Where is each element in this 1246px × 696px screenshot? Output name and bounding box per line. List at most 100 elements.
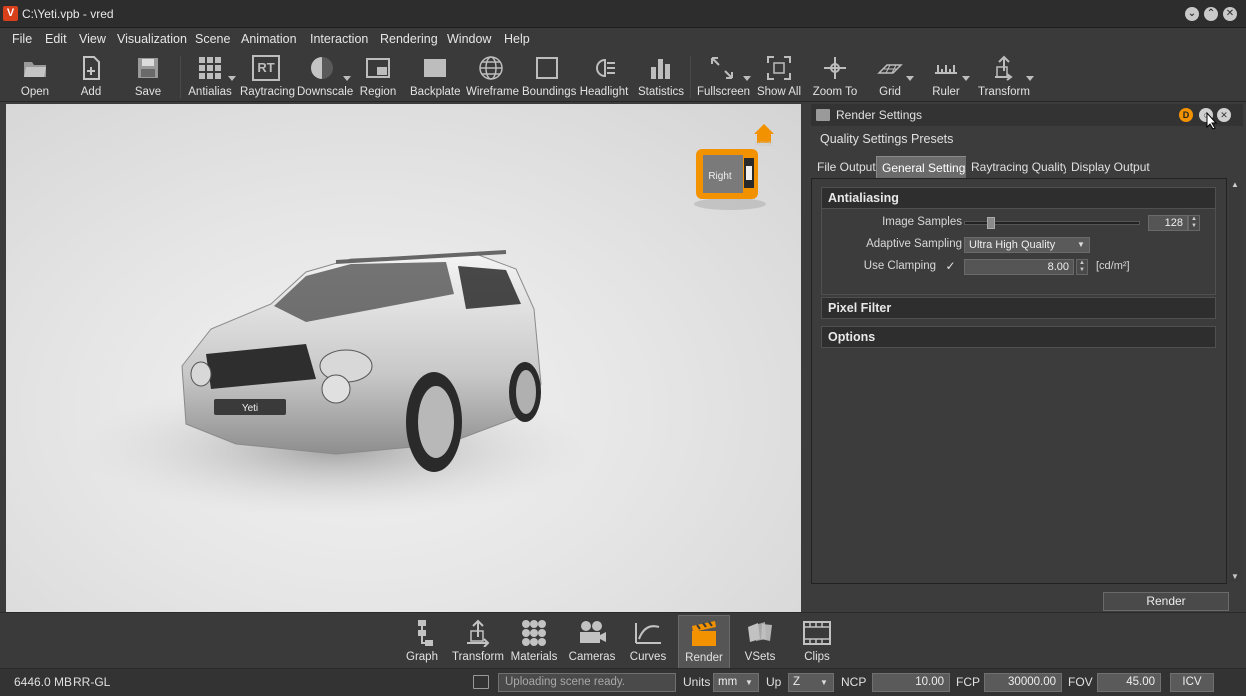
dock-render-button[interactable]: Render	[678, 615, 730, 669]
dock-vsets-button[interactable]: VSets	[734, 615, 786, 669]
save-button[interactable]: Save	[128, 52, 168, 102]
render-viewport[interactable]: Yeti HOME Right	[6, 104, 801, 612]
chevron-down-icon[interactable]	[906, 76, 914, 81]
grid-button[interactable]: Grid	[870, 52, 914, 102]
antialiasing-section-header[interactable]: Antialiasing	[821, 187, 1216, 209]
transform-button[interactable]: Transform	[978, 52, 1034, 102]
tab-display-output[interactable]: Display Output	[1066, 156, 1155, 178]
render-button[interactable]: Render	[1103, 592, 1229, 611]
downscale-icon	[309, 55, 335, 81]
minimize-button[interactable]: ⌄	[1185, 7, 1199, 21]
panel-scrollbar[interactable]: ▲ ▼	[1229, 180, 1241, 582]
clamping-value-input[interactable]: 8.00	[964, 259, 1074, 275]
raytracing-button[interactable]: RT Raytracing	[240, 52, 295, 102]
license-plate-text: Yeti	[242, 403, 258, 414]
statistics-button[interactable]: Statistics	[636, 52, 686, 102]
dock-clips-button[interactable]: Clips	[791, 615, 843, 669]
menu-scene[interactable]: Scene	[195, 32, 230, 46]
image-samples-input[interactable]: 128	[1148, 215, 1188, 231]
dock-graph-button[interactable]: Graph	[396, 615, 448, 669]
statistics-icon	[648, 55, 674, 81]
image-samples-spinner[interactable]: ▲ ▼	[1188, 215, 1200, 231]
transform-icon	[463, 619, 493, 648]
pixel-filter-section-header[interactable]: Pixel Filter	[821, 297, 1216, 319]
open-button[interactable]: Open	[15, 52, 55, 102]
scroll-up-icon[interactable]: ▲	[1231, 180, 1239, 189]
use-clamping-checkbox[interactable]: ✓	[943, 259, 958, 274]
options-section-header[interactable]: Options	[821, 326, 1216, 348]
maximize-button[interactable]: ⌃	[1204, 7, 1218, 21]
menu-view[interactable]: View	[79, 32, 106, 46]
navigation-cube[interactable]: Right	[694, 149, 766, 210]
menu-file[interactable]: File	[12, 32, 32, 46]
splitter-handle[interactable]	[801, 104, 811, 612]
close-icon[interactable]: ✕	[1217, 108, 1231, 122]
scroll-down-icon[interactable]: ▼	[1231, 572, 1239, 581]
menu-interaction[interactable]: Interaction	[310, 32, 368, 46]
tab-file-output[interactable]: File Output	[812, 156, 881, 178]
dock-cameras-button[interactable]: Cameras	[566, 615, 618, 669]
chevron-down-icon[interactable]	[1026, 76, 1034, 81]
fov-input[interactable]: 45.00	[1097, 673, 1161, 692]
quality-presets-label[interactable]: Quality Settings Presets	[820, 132, 953, 146]
ncp-input[interactable]: 10.00	[872, 673, 950, 692]
memory-usage: 6446.0 MB	[14, 675, 73, 689]
tab-general-settings[interactable]: General Settings	[876, 156, 978, 178]
menu-edit[interactable]: Edit	[45, 32, 67, 46]
close-button[interactable]: ✕	[1223, 7, 1237, 21]
clamping-spinner[interactable]: ▲ ▼	[1076, 259, 1088, 275]
fcp-label: FCP	[956, 675, 980, 689]
headlight-button[interactable]: Headlight	[579, 52, 629, 102]
panel-header: Render Settings D ○ ✕	[811, 104, 1243, 130]
terminal-icon[interactable]	[473, 675, 489, 689]
vred-logo-icon: V	[3, 6, 18, 21]
slider-handle[interactable]	[987, 217, 995, 229]
render-settings-panel: Render Settings D ○ ✕ Quality Settings P…	[811, 104, 1243, 612]
fullscreen-icon	[709, 55, 735, 81]
dock-curves-button[interactable]: Curves	[622, 615, 674, 669]
downscale-button[interactable]: Downscale	[297, 52, 353, 102]
mouse-cursor-icon	[1206, 112, 1218, 130]
adaptive-sampling-select[interactable]: Ultra High Quality	[964, 237, 1090, 253]
antialias-button[interactable]: Antialias	[188, 52, 236, 102]
region-icon	[365, 55, 391, 81]
fcp-input[interactable]: 30000.00	[984, 673, 1062, 692]
tab-raytracing-quality[interactable]: Raytracing Quality	[966, 156, 1075, 178]
navcube-face-label: Right	[708, 171, 732, 182]
save-icon	[135, 55, 161, 81]
menu-animation[interactable]: Animation	[241, 32, 297, 46]
menu-help[interactable]: Help	[504, 32, 530, 46]
chevron-down-icon[interactable]: ▼	[1074, 238, 1088, 252]
wireframe-button[interactable]: Wireframe	[466, 52, 519, 102]
chevron-down-icon[interactable]: ▼	[745, 678, 753, 687]
materials-icon	[519, 619, 549, 647]
chevron-down-icon[interactable]	[343, 76, 351, 81]
chevron-down-icon[interactable]: ▼	[820, 678, 828, 687]
home-icon[interactable]: HOME	[754, 124, 774, 148]
dock-transform-button[interactable]: Transform	[452, 615, 504, 669]
backplate-button[interactable]: Backplate	[410, 52, 461, 102]
add-button[interactable]: Add	[71, 52, 111, 102]
menu-window[interactable]: Window	[447, 32, 491, 46]
region-button[interactable]: Region	[358, 52, 398, 102]
ruler-icon	[933, 55, 959, 81]
icv-button[interactable]: ICV	[1170, 673, 1214, 692]
menu-rendering[interactable]: Rendering	[380, 32, 438, 46]
boundings-button[interactable]: Boundings	[522, 52, 576, 102]
dock-d-icon[interactable]: D	[1179, 108, 1193, 122]
image-samples-slider[interactable]	[964, 217, 1140, 229]
general-settings-content: Antialiasing Image Samples 128 ▲ ▼ Adapti…	[811, 178, 1227, 584]
ruler-button[interactable]: Ruler	[926, 52, 970, 102]
adaptive-sampling-label: Adaptive Sampling	[866, 238, 962, 250]
graph-icon	[407, 619, 437, 647]
zoom-to-icon	[822, 55, 848, 81]
chevron-down-icon[interactable]	[962, 76, 970, 81]
fullscreen-button[interactable]: Fullscreen	[697, 52, 751, 102]
chevron-down-icon[interactable]	[743, 76, 751, 81]
zoom-to-button[interactable]: Zoom To	[811, 52, 859, 102]
show-all-button[interactable]: Show All	[755, 52, 803, 102]
boundings-icon	[534, 55, 560, 81]
chevron-down-icon[interactable]	[228, 76, 236, 81]
menu-visualization[interactable]: Visualization	[117, 32, 187, 46]
dock-materials-button[interactable]: Materials	[508, 615, 560, 669]
